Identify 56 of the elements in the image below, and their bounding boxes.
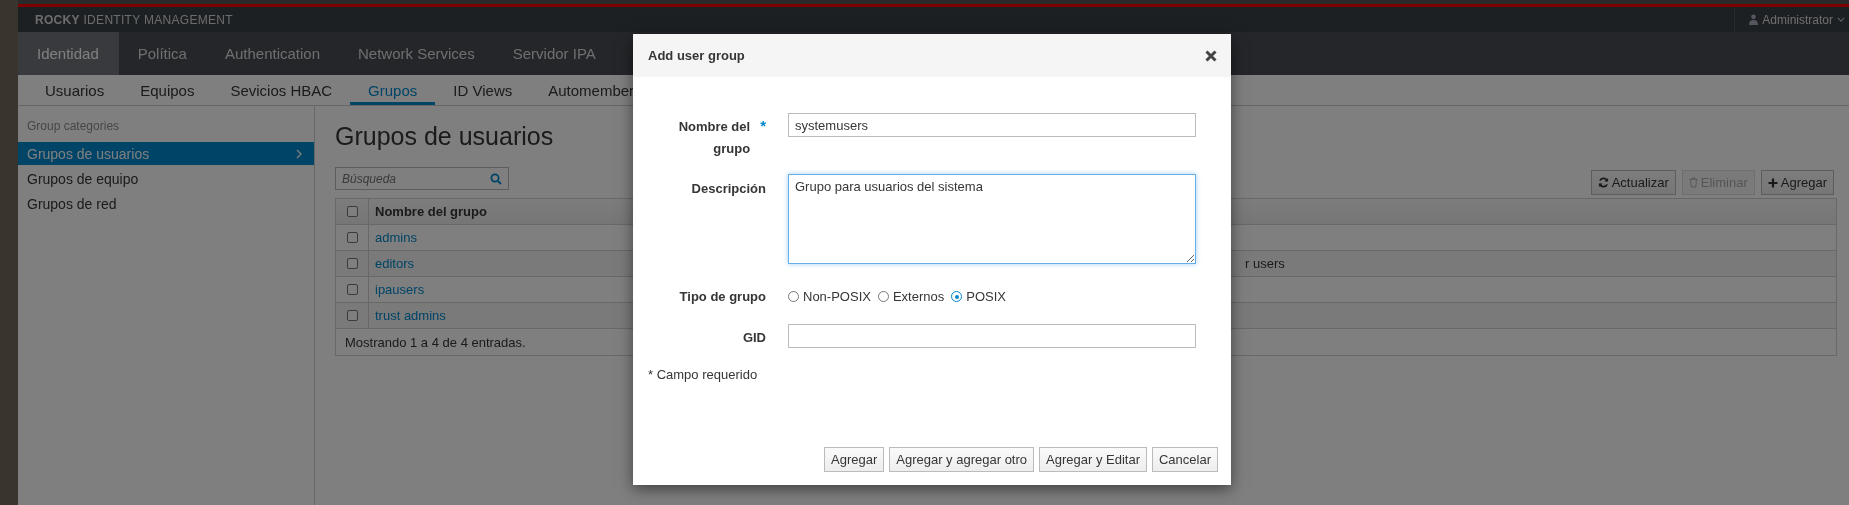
plus-icon (1767, 177, 1778, 188)
search-icon (490, 173, 502, 185)
nav-tab[interactable]: Network Services (339, 32, 494, 75)
text-area[interactable]: Grupo para usuarios del sistema (788, 174, 1196, 265)
required-mark: * (760, 116, 766, 136)
radio-option[interactable]: POSIX (951, 289, 1006, 305)
field-label: GID (742, 329, 766, 348)
checkbox[interactable] (346, 258, 358, 269)
text-field[interactable]: systemusers (788, 113, 1196, 137)
required-note: * Campo requerido (648, 367, 759, 383)
dialog-title: Add user group (648, 48, 745, 63)
sidebar-item[interactable]: Grupos de equipo (18, 167, 314, 190)
radio-option[interactable]: Externos (877, 289, 945, 305)
subnav-tab[interactable]: ID Views (435, 78, 531, 105)
sidebar-item[interactable]: Grupos de red (18, 192, 314, 215)
table-footer: Mostrando 1 a 4 de 4 entradas. (345, 334, 526, 350)
checkbox[interactable] (346, 206, 358, 217)
dialog-button[interactable]: Agregar y Editar (1039, 447, 1147, 472)
chevron-right-icon (296, 148, 302, 159)
text-field[interactable] (788, 324, 1196, 349)
nav-tab[interactable]: Authentication (205, 32, 339, 75)
group-link[interactable]: admins (375, 230, 417, 245)
column-header: Nombre del grupo (375, 204, 487, 219)
subnav-tab[interactable]: Grupos (350, 78, 436, 105)
page-title: Grupos de usuarios (335, 122, 554, 150)
sidebar-heading: Group categories (26, 119, 121, 135)
group-link[interactable]: trust admins (375, 308, 446, 323)
subnav-tab[interactable]: Usuarios (27, 78, 123, 105)
checkbox[interactable] (346, 310, 358, 321)
dialog-button[interactable]: Cancelar (1151, 447, 1218, 472)
close-icon[interactable] (1205, 49, 1217, 62)
search-field[interactable]: Búsqueda (335, 167, 509, 190)
dialog-button[interactable]: Agregar (824, 447, 885, 472)
sidebar-item[interactable]: Grupos de usuarios (18, 142, 314, 165)
nav-tab[interactable]: Identidad (18, 32, 119, 75)
checkbox[interactable] (346, 232, 358, 243)
field-label: Nombre del grupo (677, 118, 751, 159)
caret-icon (1837, 17, 1845, 22)
toolbar-button[interactable]: Agregar (1760, 170, 1834, 195)
table-cell: r users (1245, 256, 1285, 271)
refresh-icon (1597, 177, 1609, 188)
subnav-tab[interactable]: Sevicios HBAC (212, 78, 351, 105)
group-link[interactable]: editors (375, 256, 415, 271)
checkbox[interactable] (346, 284, 358, 295)
subnav-tab[interactable]: Equipos (122, 78, 213, 105)
user-icon (1749, 14, 1759, 25)
dialog-button[interactable]: Agregar y agregar otro (889, 447, 1035, 472)
field-label: Tipo de grupo (679, 288, 766, 307)
radio-option[interactable]: Non-POSIX (788, 289, 871, 305)
toolbar-button[interactable]: Actualizar (1590, 170, 1676, 195)
nav-tab[interactable]: Servidor IPA (493, 32, 615, 75)
field-label: Descripción (691, 180, 766, 199)
nav-tab[interactable]: Política (118, 32, 206, 75)
trash-icon (1688, 177, 1698, 188)
group-link[interactable]: ipausers (375, 282, 425, 297)
brand-title: ROCKY IDENTITY MANAGEMENT (35, 12, 233, 27)
